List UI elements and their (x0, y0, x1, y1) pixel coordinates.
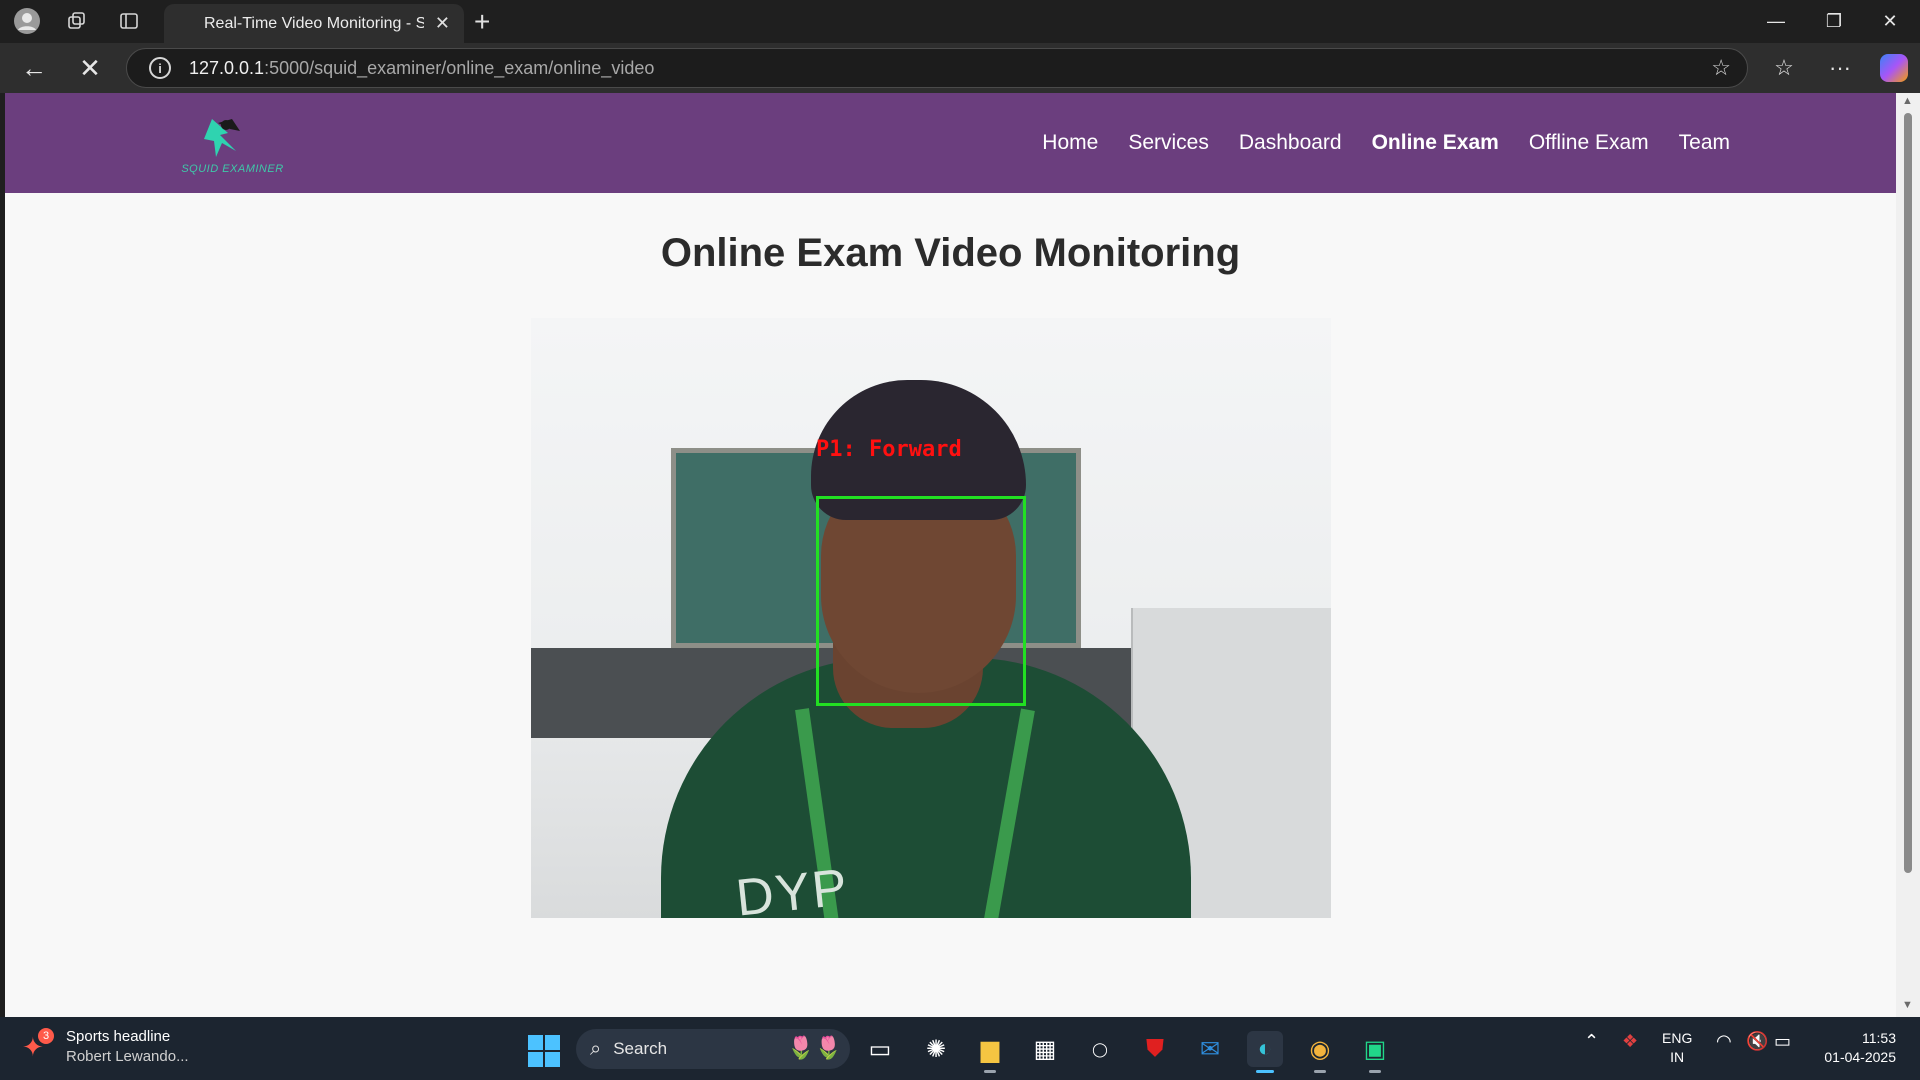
news-title: Sports headline (66, 1028, 171, 1045)
chatgpt-icon[interactable]: ✺ (918, 1031, 954, 1067)
nav-home[interactable]: Home (1042, 131, 1098, 155)
nav-services[interactable]: Services (1128, 131, 1209, 155)
pycharm-icon[interactable]: ▣ (1357, 1031, 1393, 1073)
url-text[interactable]: 127.0.0.1:5000/squid_examiner/online_exa… (189, 58, 654, 79)
task-view-icon[interactable]: ▭ (862, 1031, 898, 1067)
page-scrollbar[interactable]: ▲ ▼ (1896, 93, 1920, 1017)
site-info-icon[interactable]: i (149, 57, 171, 79)
scroll-up-icon[interactable]: ▲ (1902, 95, 1913, 107)
video-shirt-text: DYP (733, 858, 852, 918)
browser-titlebar: Real-Time Video Monitoring - Squid Exami… (0, 0, 1920, 43)
news-subtitle: Robert Lewando... (66, 1048, 189, 1065)
region-label: IN (1670, 1049, 1685, 1065)
dell-icon[interactable]: ◯ (1082, 1031, 1118, 1067)
minimize-icon[interactable]: — (1748, 0, 1804, 43)
tray-overflow-icon[interactable]: ⌃ (1584, 1031, 1599, 1052)
scroll-thumb[interactable] (1904, 113, 1912, 873)
store-icon[interactable]: ▦ (1027, 1031, 1063, 1067)
search-label: Search (613, 1039, 668, 1058)
browser-toolbar: ← ✕ i 127.0.0.1:5000/squid_examiner/onli… (0, 43, 1920, 93)
edge-icon[interactable]: ◐ (1247, 1031, 1283, 1073)
close-tab-icon[interactable]: ✕ (435, 13, 450, 34)
stop-loading-icon[interactable]: ✕ (70, 51, 110, 85)
language-label: ENG (1662, 1030, 1693, 1046)
news-badge: 3 (38, 1028, 54, 1044)
mcafee-icon[interactable]: ⛊ (1137, 1031, 1173, 1067)
face-detection-box (816, 496, 1026, 706)
url-host: 127.0.0.1 (189, 57, 265, 78)
restore-icon[interactable]: ❐ (1806, 0, 1862, 43)
favorites-icon[interactable]: ☆ (1764, 51, 1804, 85)
nav-dashboard[interactable]: Dashboard (1239, 131, 1342, 155)
tray-app-icon[interactable]: ❖ (1622, 1031, 1638, 1052)
clock[interactable]: 11:53 01-04-2025 (1814, 1029, 1896, 1067)
chrome-icon[interactable]: ◉ (1302, 1031, 1338, 1073)
face-detection-label: P1: Forward (816, 437, 962, 462)
nav-menu: Home Services Dashboard Online Exam Offl… (1042, 93, 1730, 193)
tab-actions-icon[interactable] (110, 8, 148, 34)
search-highlight-icon: 🌷🌷 (787, 1035, 842, 1060)
profile-icon[interactable] (8, 8, 46, 34)
url-path: :5000/squid_examiner/online_exam/online_… (264, 57, 655, 78)
outlook-icon[interactable]: ✉ (1192, 1031, 1228, 1067)
close-window-icon[interactable]: ✕ (1862, 0, 1918, 43)
nav-offline-exam[interactable]: Offline Exam (1529, 131, 1649, 155)
clock-date: 01-04-2025 (1824, 1049, 1896, 1065)
back-icon[interactable]: ← (14, 51, 54, 85)
battery-icon[interactable]: ▭ (1774, 1031, 1791, 1052)
nav-team[interactable]: Team (1679, 131, 1730, 155)
scroll-down-icon[interactable]: ▼ (1902, 999, 1913, 1011)
file-explorer-icon[interactable]: ▆ (972, 1031, 1008, 1073)
active-tab[interactable]: Real-Time Video Monitoring - Squid Exami… (164, 4, 464, 43)
new-tab-icon[interactable]: + (474, 6, 490, 38)
wifi-icon[interactable]: ◠ (1716, 1031, 1732, 1052)
page-title: Online Exam Video Monitoring (660, 231, 1241, 275)
copilot-icon[interactable] (1880, 54, 1908, 82)
news-widget-icon: ✦ 3 (22, 1028, 54, 1062)
page-viewport: SQUID EXAMINER Home Services Dashboard O… (5, 93, 1896, 1017)
volume-muted-icon[interactable]: 🔇 (1746, 1031, 1768, 1052)
tab-title: Real-Time Video Monitoring - Squid Exami… (204, 14, 424, 32)
address-bar[interactable]: i 127.0.0.1:5000/squid_examiner/online_e… (126, 48, 1748, 88)
windows-taskbar: ✦ 3 Sports headline Robert Lewando... ⌕ S… (0, 1017, 1920, 1080)
news-widget[interactable]: ✦ 3 Sports headline Robert Lewando... (22, 1027, 189, 1067)
taskbar-search[interactable]: ⌕ Search 🌷🌷 (576, 1029, 850, 1069)
search-icon: ⌕ (590, 1037, 602, 1060)
windows-start-icon[interactable] (528, 1035, 560, 1067)
logo-text: SQUID EXAMINER (181, 163, 284, 175)
more-options-icon[interactable]: ··· (1820, 51, 1860, 85)
site-navbar: SQUID EXAMINER Home Services Dashboard O… (5, 93, 1896, 193)
nav-online-exam[interactable]: Online Exam (1372, 131, 1499, 155)
language-indicator[interactable]: ENG IN (1662, 1029, 1692, 1067)
favorite-star-icon[interactable]: ☆ (1711, 55, 1731, 81)
site-logo[interactable]: SQUID EXAMINER (170, 113, 295, 175)
workspaces-icon[interactable] (58, 8, 96, 34)
video-feed: DYP P1: Forward (531, 318, 1331, 918)
clock-time: 11:53 (1862, 1030, 1896, 1046)
